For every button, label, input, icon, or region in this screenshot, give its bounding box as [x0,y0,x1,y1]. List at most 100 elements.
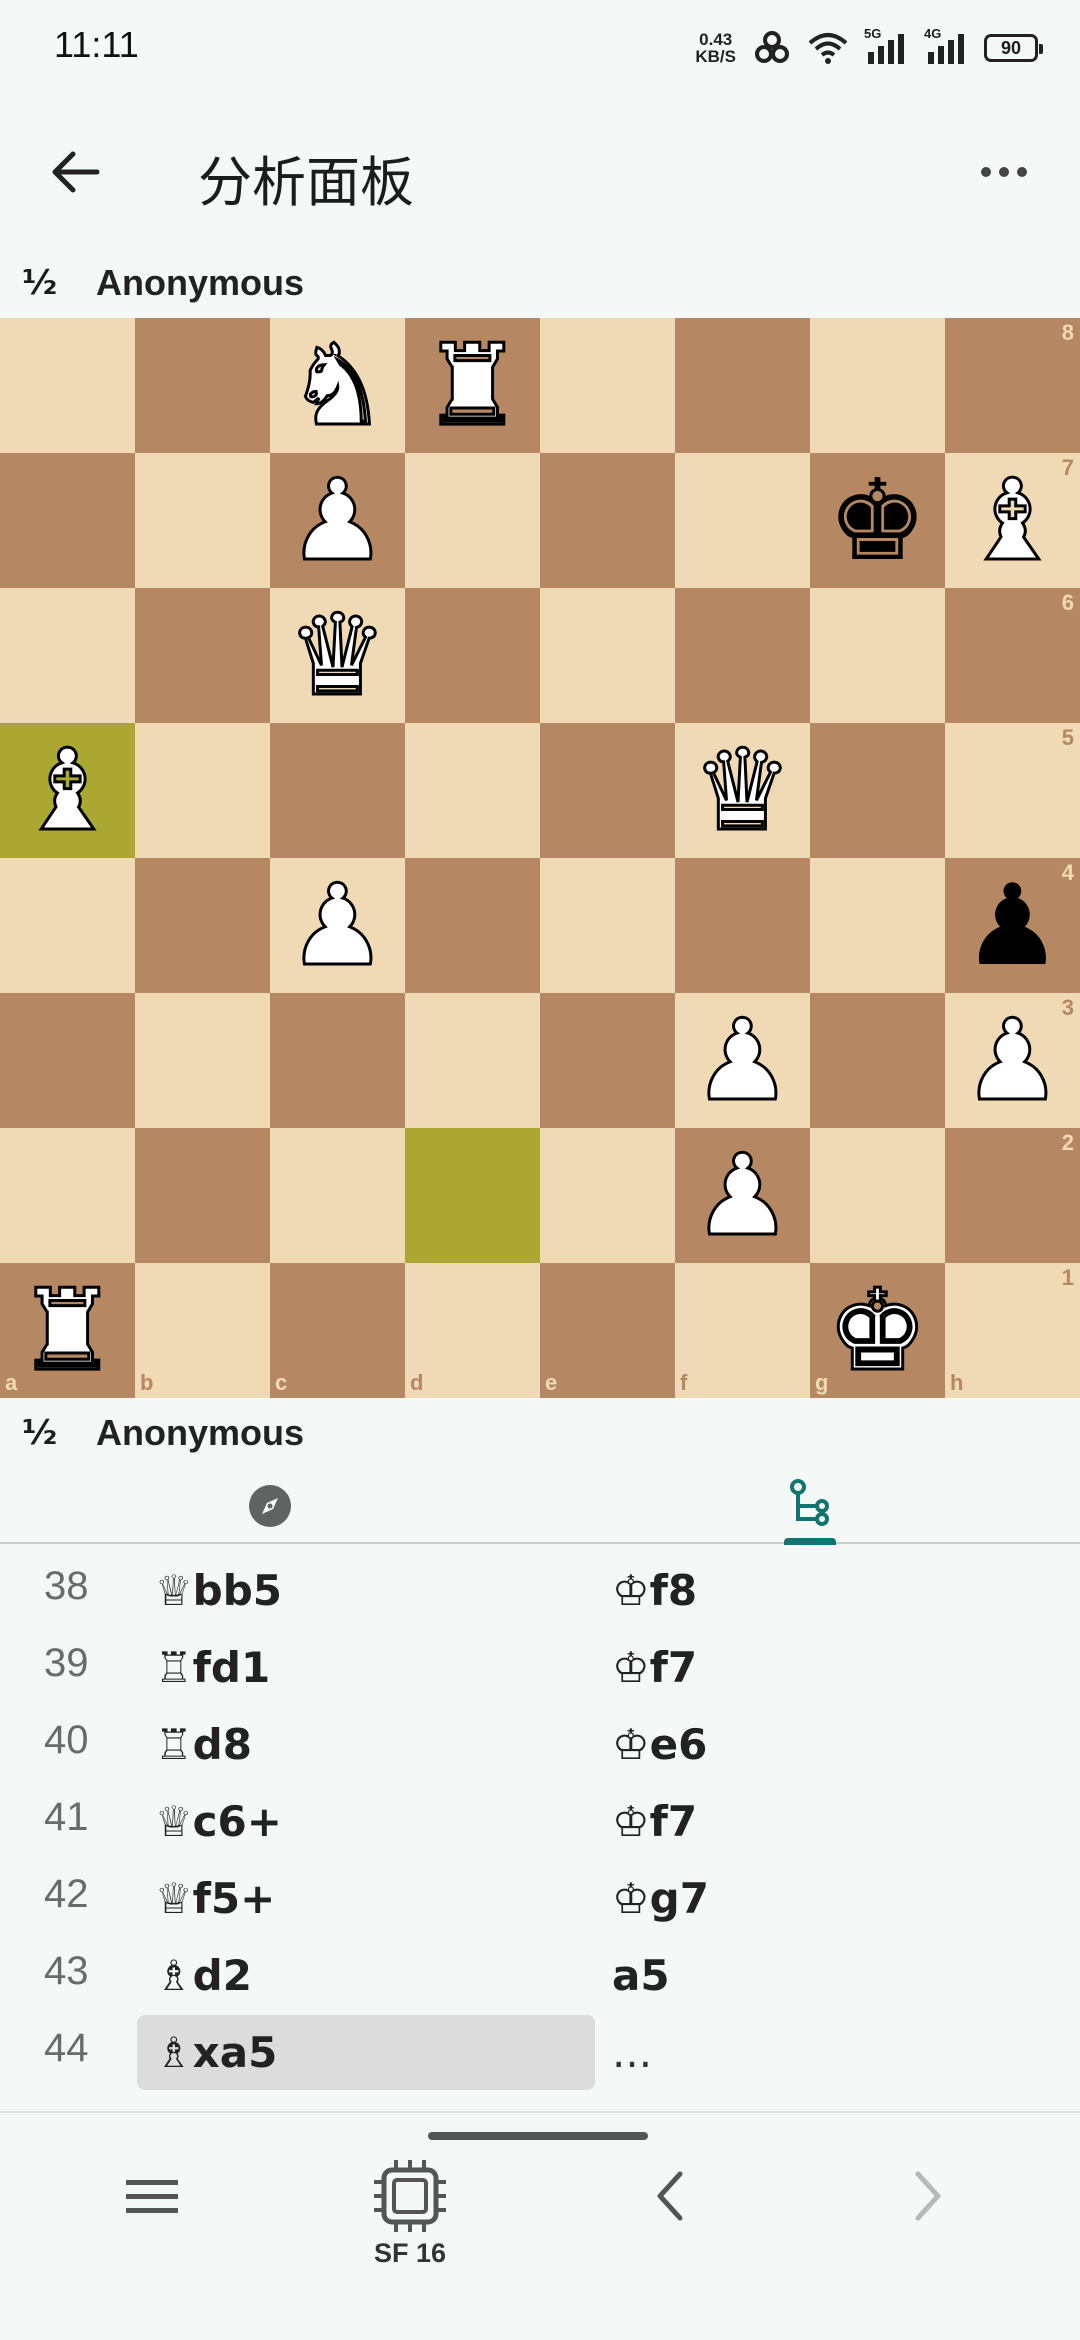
square-e8[interactable] [540,318,675,453]
square-d2[interactable] [405,1128,540,1263]
previous-move-button[interactable] [570,2156,770,2296]
white-pawn-icon[interactable]: ♟ [286,463,389,578]
square-a7[interactable] [0,453,135,588]
white-move[interactable]: ♗d2 [137,1938,595,2013]
square-b4[interactable] [135,858,270,993]
square-a8[interactable] [0,318,135,453]
square-h7[interactable]: 7 ♝ [945,453,1080,588]
more-options-button[interactable] [964,132,1044,212]
square-f2[interactable]: ♟ [675,1128,810,1263]
black-move[interactable]: ♔f7 [594,1630,994,1705]
square-d1[interactable]: d [405,1263,540,1398]
square-b3[interactable] [135,993,270,1128]
white-move[interactable]: ♗xa5 [137,2015,595,2090]
black-move[interactable]: a5 [594,1938,994,2013]
next-move-button[interactable] [828,2156,1028,2296]
square-f8[interactable] [675,318,810,453]
white-rook-icon[interactable]: ♜ [421,328,524,443]
white-pawn-icon[interactable]: ♟ [961,1003,1064,1118]
square-g1[interactable]: g ♚ [810,1263,945,1398]
white-move[interactable]: ♕f5+ [137,1861,595,1936]
square-h5[interactable]: 5 [945,723,1080,858]
square-e2[interactable] [540,1128,675,1263]
square-a4[interactable] [0,858,135,993]
square-c5[interactable] [270,723,405,858]
black-move[interactable]: ♔e6 [594,1707,994,1782]
white-bishop-icon[interactable]: ♝ [16,733,119,848]
square-a3[interactable] [0,993,135,1128]
chess-board[interactable]: ♞ ♜ 8 ♟ ♚ 7 ♝ ♛ 6 ♝ ♛ 5 ♟ 4 ♟ ♟ 3 ♟ ♟ 2 a ♜ b c d e f g ♚ 1 h [0,318,1080,1398]
tab-moves[interactable] [540,1468,1080,1544]
square-g7[interactable]: ♚ [810,453,945,588]
black-move[interactable]: ♔f7 [594,1784,994,1859]
square-c4[interactable]: ♟ [270,858,405,993]
white-move[interactable]: ♕bb5 [137,1553,595,1628]
square-c1[interactable]: c [270,1263,405,1398]
square-f5[interactable]: ♛ [675,723,810,858]
menu-button[interactable] [52,2156,252,2296]
black-pawn-icon[interactable]: ♟ [962,870,1062,982]
square-h8[interactable]: 8 [945,318,1080,453]
white-pawn-icon[interactable]: ♟ [286,868,389,983]
black-move[interactable]: ♔f8 [594,1553,994,1628]
square-e4[interactable] [540,858,675,993]
white-rook-icon[interactable]: ♜ [16,1273,119,1388]
square-a6[interactable] [0,588,135,723]
square-g3[interactable] [810,993,945,1128]
square-f4[interactable] [675,858,810,993]
white-move[interactable]: ♖d8 [137,1707,595,1782]
tab-explorer[interactable] [0,1468,540,1544]
square-e5[interactable] [540,723,675,858]
square-c2[interactable] [270,1128,405,1263]
square-d6[interactable] [405,588,540,723]
white-pawn-icon[interactable]: ♟ [691,1003,794,1118]
white-queen-icon[interactable]: ♛ [691,733,794,848]
square-e7[interactable] [540,453,675,588]
white-bishop-icon[interactable]: ♝ [961,463,1064,578]
square-b8[interactable] [135,318,270,453]
square-h4[interactable]: 4 ♟ [945,858,1080,993]
white-move[interactable]: ♕c6+ [137,1784,595,1859]
square-c7[interactable]: ♟ [270,453,405,588]
white-move[interactable]: ♖fd1 [137,1630,595,1705]
square-g2[interactable] [810,1128,945,1263]
white-king-icon[interactable]: ♚ [826,1273,929,1388]
square-a5[interactable]: ♝ [0,723,135,858]
square-c6[interactable]: ♛ [270,588,405,723]
square-g4[interactable] [810,858,945,993]
square-h2[interactable]: 2 [945,1128,1080,1263]
square-f1[interactable]: f [675,1263,810,1398]
square-h6[interactable]: 6 [945,588,1080,723]
player-bottom-name[interactable]: Anonymous [96,1412,304,1454]
black-king-icon[interactable]: ♚ [827,465,927,577]
square-h3[interactable]: 3 ♟ [945,993,1080,1128]
square-h1[interactable]: 1h [945,1263,1080,1398]
square-b2[interactable] [135,1128,270,1263]
square-d7[interactable] [405,453,540,588]
square-f7[interactable] [675,453,810,588]
square-c3[interactable] [270,993,405,1128]
square-d8[interactable]: ♜ [405,318,540,453]
home-indicator[interactable] [428,2132,648,2140]
square-b7[interactable] [135,453,270,588]
square-g5[interactable] [810,723,945,858]
square-f3[interactable]: ♟ [675,993,810,1128]
square-b6[interactable] [135,588,270,723]
white-queen-icon[interactable]: ♛ [286,598,389,713]
black-move[interactable]: ♔g7 [594,1861,994,1936]
white-knight-icon[interactable]: ♞ [286,328,389,443]
square-a2[interactable] [0,1128,135,1263]
square-a1[interactable]: a ♜ [0,1263,135,1398]
square-d5[interactable] [405,723,540,858]
square-d3[interactable] [405,993,540,1128]
square-f6[interactable] [675,588,810,723]
square-g8[interactable] [810,318,945,453]
square-g6[interactable] [810,588,945,723]
player-top-name[interactable]: Anonymous [96,262,304,304]
engine-button[interactable]: SF 16 [310,2156,510,2296]
white-pawn-icon[interactable]: ♟ [691,1138,794,1253]
square-c8[interactable]: ♞ [270,318,405,453]
square-b5[interactable] [135,723,270,858]
square-e6[interactable] [540,588,675,723]
square-b1[interactable]: b [135,1263,270,1398]
